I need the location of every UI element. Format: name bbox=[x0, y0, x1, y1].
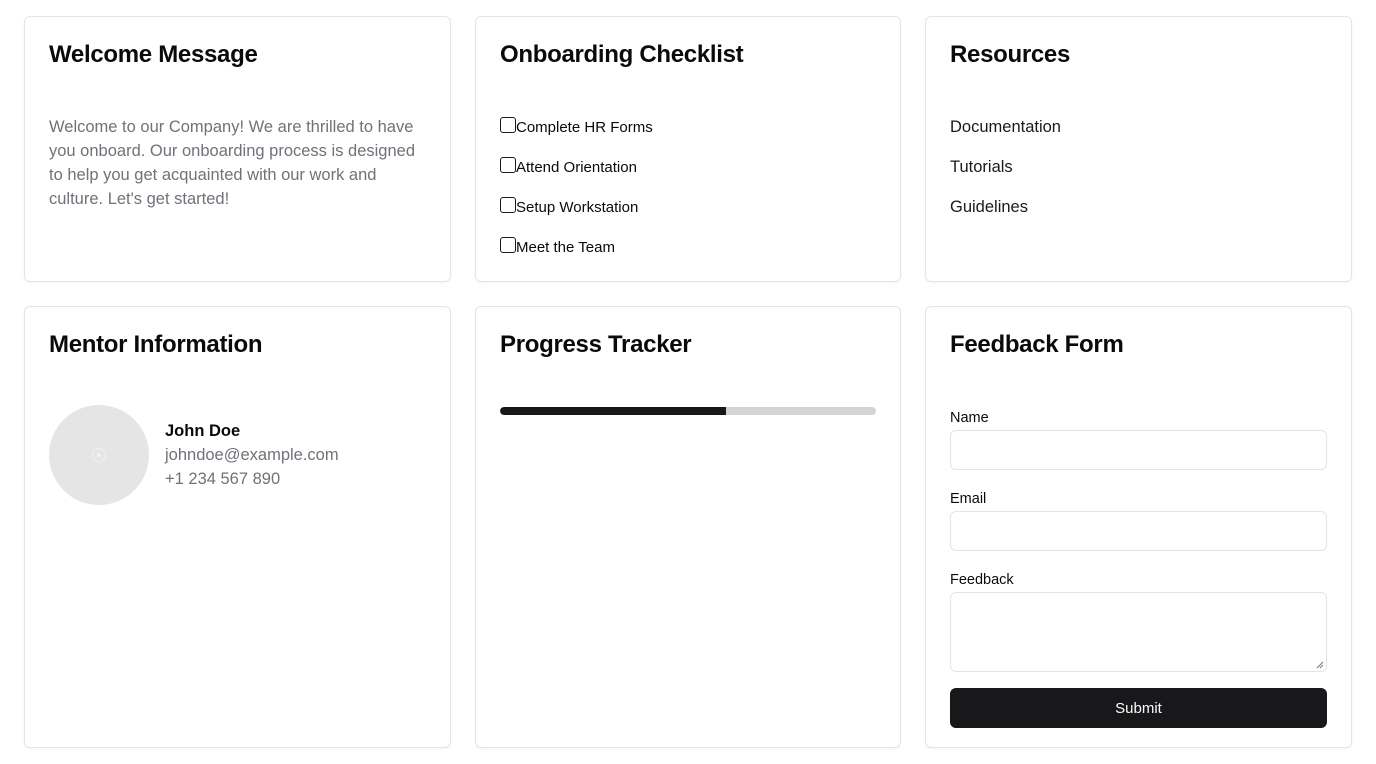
dashboard-grid: Welcome Message Welcome to our Company! … bbox=[0, 0, 1376, 764]
resource-link-documentation[interactable]: Documentation bbox=[950, 115, 1327, 155]
resize-grip-icon[interactable] bbox=[1316, 661, 1324, 669]
mentor-name: John Doe bbox=[165, 422, 241, 440]
checklist-item-label[interactable]: Complete HR Forms bbox=[516, 119, 653, 136]
welcome-text: Welcome to our Company! We are thrilled … bbox=[49, 118, 415, 208]
mentor-profile: John Doe johndoe@example.com +1 234 567 … bbox=[49, 405, 426, 505]
checklist-item-label[interactable]: Meet the Team bbox=[516, 239, 615, 256]
checkbox[interactable] bbox=[500, 117, 516, 133]
checklist-item-label[interactable]: Setup Workstation bbox=[516, 199, 638, 216]
checklist-item-team: Meet the Team bbox=[500, 237, 876, 277]
checklist-item-hr-forms: Complete HR Forms bbox=[500, 117, 876, 157]
welcome-title: Welcome Message bbox=[49, 41, 258, 68]
mentor-card: Mentor Information John Doe johndoe@exam… bbox=[24, 306, 451, 748]
mentor-details: John Doe johndoe@example.com +1 234 567 … bbox=[165, 419, 339, 491]
checklist-title: Onboarding Checklist bbox=[500, 41, 744, 68]
checklist-item-label[interactable]: Attend Orientation bbox=[516, 159, 637, 176]
checkbox[interactable] bbox=[500, 237, 516, 253]
resource-link-tutorials[interactable]: Tutorials bbox=[950, 155, 1327, 195]
mentor-phone: +1 234 567 890 bbox=[165, 470, 281, 488]
mentor-title: Mentor Information bbox=[49, 331, 263, 358]
submit-button[interactable]: Submit bbox=[950, 688, 1327, 728]
resources-title: Resources bbox=[950, 41, 1071, 68]
feedback-card: Feedback Form Name Email Feedback Submit bbox=[925, 306, 1352, 748]
mentor-email: johndoe@example.com bbox=[165, 446, 339, 464]
email-input[interactable] bbox=[950, 511, 1327, 551]
resources-list: Documentation Tutorials Guidelines bbox=[950, 115, 1327, 235]
name-input[interactable] bbox=[950, 430, 1327, 470]
checklist-item-workstation: Setup Workstation bbox=[500, 197, 876, 237]
progress-card: Progress Tracker bbox=[475, 306, 901, 748]
name-label: Name bbox=[950, 410, 989, 426]
resources-card: Resources Documentation Tutorials Guidel… bbox=[925, 16, 1352, 282]
resource-link-guidelines[interactable]: Guidelines bbox=[950, 195, 1327, 235]
checkbox[interactable] bbox=[500, 157, 516, 173]
image-placeholder-icon bbox=[92, 448, 106, 462]
progress-title: Progress Tracker bbox=[500, 331, 692, 358]
email-label: Email bbox=[950, 491, 987, 507]
checklist-card: Onboarding Checklist Complete HR Forms A… bbox=[475, 16, 901, 282]
feedback-label: Feedback bbox=[950, 572, 1014, 588]
checklist-item-orientation: Attend Orientation bbox=[500, 157, 876, 197]
checklist: Complete HR Forms Attend Orientation Set… bbox=[500, 117, 876, 277]
feedback-textarea[interactable] bbox=[950, 592, 1327, 672]
progress-bar-fill bbox=[500, 407, 726, 415]
checkbox[interactable] bbox=[500, 197, 516, 213]
avatar bbox=[49, 405, 149, 505]
progress-bar bbox=[500, 407, 876, 415]
feedback-title: Feedback Form bbox=[950, 331, 1124, 358]
feedback-form: Name Email Feedback Submit bbox=[950, 409, 1327, 728]
welcome-card: Welcome Message Welcome to our Company! … bbox=[24, 16, 451, 282]
